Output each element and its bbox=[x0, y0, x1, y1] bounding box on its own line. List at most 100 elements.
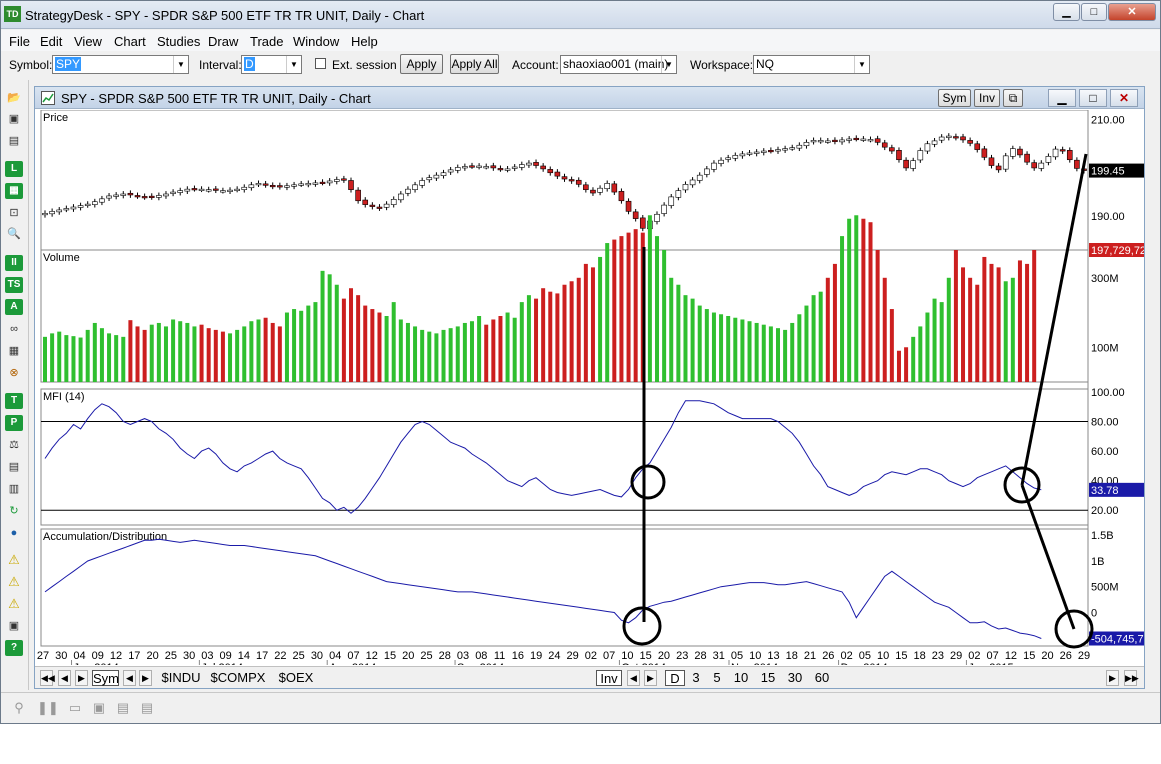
document-icon[interactable]: ▤ bbox=[115, 700, 131, 716]
close-button[interactable]: ✕ bbox=[1108, 3, 1156, 21]
level-two-icon[interactable]: II bbox=[5, 255, 23, 271]
interval-combo[interactable]: D ▼ bbox=[241, 55, 302, 74]
price-chart[interactable]: Price Volume MFI (14) Accumulation/Distribu… bbox=[35, 110, 1144, 665]
interval-tab-60[interactable]: 60 bbox=[810, 670, 834, 686]
save-icon[interactable]: ▣ bbox=[5, 111, 23, 127]
warning-icon[interactable]: ⚠ bbox=[5, 596, 23, 612]
workspace-combo[interactable]: NQ ▼ bbox=[753, 55, 870, 74]
account-value[interactable]: shaoxiao001 (main) bbox=[563, 57, 668, 71]
candle-body bbox=[689, 179, 696, 186]
candle-body bbox=[113, 194, 119, 197]
interval-tab-3[interactable]: 3 bbox=[687, 670, 705, 686]
menu-view[interactable]: View bbox=[74, 34, 102, 49]
briefcase-icon[interactable]: ▣ bbox=[5, 618, 23, 634]
warning-icon[interactable]: ⚠ bbox=[5, 574, 23, 590]
volume-bar bbox=[270, 322, 275, 382]
symbol-combo[interactable]: SPY ▼ bbox=[52, 55, 189, 74]
print-icon[interactable]: ▤ bbox=[5, 133, 23, 149]
chevron-down-icon[interactable]: ▼ bbox=[173, 56, 188, 73]
sym-tab[interactable]: Sym bbox=[92, 670, 119, 686]
candle-body bbox=[390, 199, 397, 205]
interval-tab-10[interactable]: 10 bbox=[729, 670, 753, 686]
positions-icon[interactable]: P bbox=[5, 415, 23, 431]
workspace-value[interactable]: NQ bbox=[756, 57, 774, 71]
document-icon[interactable]: ▤ bbox=[139, 700, 155, 716]
globe-icon[interactable]: ● bbox=[5, 525, 23, 541]
interval-value[interactable]: D bbox=[244, 57, 255, 71]
chart-close-button[interactable]: ✕ bbox=[1110, 89, 1138, 107]
menu-edit[interactable]: Edit bbox=[40, 34, 62, 49]
first-page-icon[interactable]: ◀◀ bbox=[40, 670, 55, 686]
candle-body bbox=[1017, 148, 1023, 156]
y-tick-label: 60.00 bbox=[1091, 446, 1119, 458]
prev-page-icon[interactable]: ◀ bbox=[58, 670, 71, 686]
maximize-button[interactable]: □ bbox=[1081, 3, 1107, 21]
inv-tab[interactable]: Inv bbox=[596, 670, 622, 686]
volume-bar bbox=[911, 336, 916, 382]
menu-file[interactable]: File bbox=[9, 34, 30, 49]
link-window-icon[interactable]: ⧉ bbox=[1003, 89, 1023, 107]
search-icon[interactable]: ⚲ bbox=[11, 700, 27, 716]
trade-icon[interactable]: T bbox=[5, 393, 23, 409]
search-icon[interactable]: 🔍 bbox=[5, 226, 23, 242]
volume-bar bbox=[612, 239, 617, 382]
volume-bar bbox=[605, 243, 610, 382]
next-symbol-icon[interactable]: ▶ bbox=[139, 670, 152, 686]
watchlist-icon[interactable]: ▥ bbox=[5, 481, 23, 497]
symbol-tab-compx[interactable]: $COMPX bbox=[207, 670, 269, 686]
volume-bar bbox=[284, 312, 289, 382]
minimize-button[interactable]: ▁ bbox=[1053, 3, 1080, 21]
symbol-tab-oex[interactable]: $OEX bbox=[273, 670, 319, 686]
symbol-tab-indu[interactable]: $INDU bbox=[157, 670, 205, 686]
volume-bar bbox=[555, 293, 560, 382]
chart-maximize-button[interactable]: □ bbox=[1079, 89, 1107, 107]
next-interval-icon[interactable]: ▶ bbox=[644, 670, 657, 686]
menu-trade[interactable]: Trade bbox=[250, 34, 283, 49]
volume-bar bbox=[427, 331, 432, 382]
bar-chart-icon[interactable]: ▦ bbox=[5, 183, 23, 199]
apply-button[interactable]: Apply bbox=[400, 54, 443, 74]
prev-interval-icon[interactable]: ◀ bbox=[627, 670, 640, 686]
chevron-down-icon[interactable]: ▼ bbox=[661, 56, 676, 73]
chevron-down-icon[interactable]: ▼ bbox=[854, 56, 869, 73]
menu-help[interactable]: Help bbox=[351, 34, 378, 49]
interval-tab-5[interactable]: 5 bbox=[708, 670, 726, 686]
app-title: StrategyDesk - SPY - SPDR S&P 500 ETF TR… bbox=[25, 8, 425, 23]
help-icon[interactable]: ? bbox=[5, 640, 23, 656]
scroll-right-icon[interactable]: ▶ bbox=[1106, 670, 1119, 686]
alert-icon[interactable]: A bbox=[5, 299, 23, 315]
symbol-value[interactable]: SPY bbox=[55, 57, 82, 71]
apply-all-button[interactable]: Apply All bbox=[450, 54, 499, 74]
inv-button[interactable]: Inv bbox=[974, 89, 1000, 107]
save-icon[interactable]: ▣ bbox=[91, 700, 107, 716]
line-chart-icon[interactable]: L bbox=[5, 161, 23, 177]
interval-tab-30[interactable]: 30 bbox=[783, 670, 807, 686]
folder-icon[interactable]: ▭ bbox=[67, 700, 83, 716]
interval-tab-15[interactable]: 15 bbox=[756, 670, 780, 686]
scroll-end-icon[interactable]: ▶▶ bbox=[1124, 670, 1139, 686]
menu-studies[interactable]: Studies bbox=[157, 34, 200, 49]
chain-icon[interactable]: ⊗ bbox=[5, 365, 23, 381]
sym-button[interactable]: Sym bbox=[938, 89, 971, 107]
time-sales-icon[interactable]: TS bbox=[5, 277, 23, 293]
chevron-down-icon[interactable]: ▼ bbox=[286, 56, 301, 73]
ext-session-checkbox[interactable] bbox=[315, 58, 326, 69]
menu-draw[interactable]: Draw bbox=[208, 34, 238, 49]
volume-bar bbox=[647, 215, 652, 382]
link-icon[interactable]: ∞ bbox=[5, 321, 23, 337]
orders-icon[interactable]: ▤ bbox=[5, 459, 23, 475]
next-page-icon[interactable]: ▶ bbox=[75, 670, 88, 686]
folder-open-icon[interactable]: 📂 bbox=[5, 90, 23, 106]
warning-icon[interactable]: ⚠ bbox=[5, 552, 23, 568]
account-combo[interactable]: shaoxiao001 (main) ▼ bbox=[560, 55, 677, 74]
zoom-icon[interactable]: ⊡ bbox=[5, 205, 23, 221]
balance-icon[interactable]: ⚖ bbox=[5, 437, 23, 453]
table-icon[interactable]: ▦ bbox=[5, 343, 23, 359]
refresh-icon[interactable]: ↻ bbox=[5, 503, 23, 519]
pause-icon[interactable]: ❚❚ bbox=[37, 700, 59, 716]
interval-tab-d[interactable]: D bbox=[665, 670, 685, 686]
menu-window[interactable]: Window bbox=[293, 34, 339, 49]
prev-symbol-icon[interactable]: ◀ bbox=[123, 670, 136, 686]
chart-minimize-button[interactable]: ▁ bbox=[1048, 89, 1076, 107]
menu-chart[interactable]: Chart bbox=[114, 34, 146, 49]
